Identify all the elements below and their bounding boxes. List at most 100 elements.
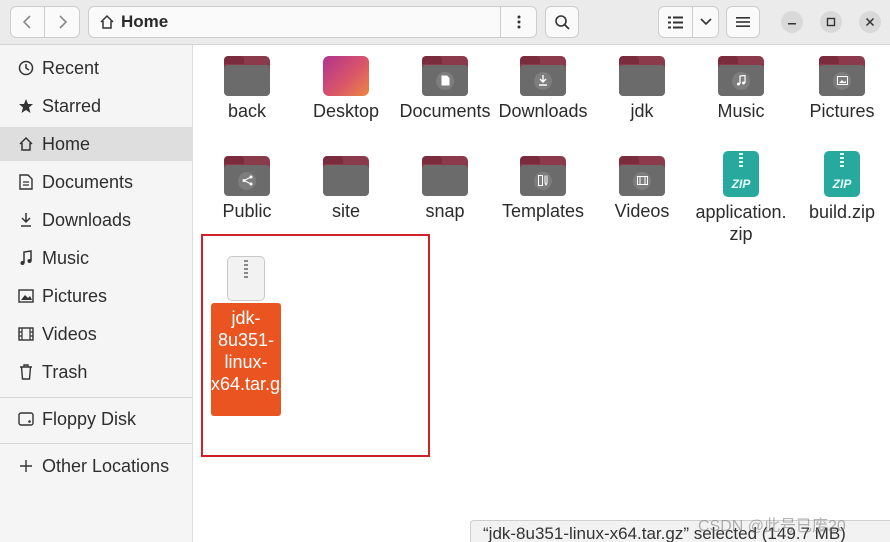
sidebar-item-pictures[interactable]: Pictures — [0, 279, 192, 313]
download-icon — [17, 211, 35, 229]
folder-public[interactable]: Public — [197, 156, 297, 222]
file-name: Documents — [399, 101, 491, 121]
sidebar-item-label: Trash — [42, 361, 88, 382]
sidebar-item-starred[interactable]: Starred — [0, 89, 192, 123]
selected-file-name[interactable]: jdk-8u351-linux-x64.tar.gz — [211, 303, 289, 416]
main-menu-button[interactable] — [726, 6, 760, 38]
sidebar-item-music[interactable]: Music — [0, 241, 192, 275]
file-name: application.zip — [695, 202, 787, 244]
zip-archive-icon: ZIP — [723, 151, 759, 197]
sidebar-item-label: Music — [42, 247, 90, 268]
folder-icon — [718, 56, 764, 96]
folder-desktop[interactable]: Desktop — [296, 56, 396, 122]
sidebar-item-label: Videos — [42, 323, 97, 344]
share-icon — [238, 171, 256, 190]
folder-icon — [520, 56, 566, 96]
file-name: Templates — [501, 201, 585, 221]
file-build-zip[interactable]: ZIP build.zip — [792, 151, 890, 223]
sidebar-item-videos[interactable]: Videos — [0, 317, 192, 351]
sidebar: Recent Starred Home Documents Downloads … — [0, 45, 193, 542]
sidebar-item-label: Pictures — [42, 285, 108, 306]
forward-button[interactable] — [45, 6, 80, 38]
path-menu-button[interactable] — [501, 6, 537, 38]
sidebar-item-documents[interactable]: Documents — [0, 165, 192, 199]
close-icon — [865, 17, 875, 27]
picture-icon — [17, 287, 35, 305]
file-name: snap — [425, 201, 465, 221]
folder-templates[interactable]: Templates — [493, 156, 593, 222]
file-name: Videos — [614, 201, 670, 221]
folder-icon — [224, 56, 270, 96]
sidebar-item-label: Home — [42, 133, 91, 154]
view-toggle-button[interactable] — [658, 6, 693, 38]
vertical-dots-icon — [517, 15, 520, 29]
folder-icon — [619, 56, 665, 96]
sidebar-divider — [0, 443, 192, 444]
folder-snap[interactable]: snap — [395, 156, 495, 222]
file-name: Music — [717, 101, 765, 121]
sidebar-item-label: Documents — [42, 171, 134, 192]
file-application-zip[interactable]: ZIP application.zip — [691, 151, 791, 245]
folder-music[interactable]: Music — [691, 56, 791, 122]
path-label[interactable]: Home — [121, 12, 168, 32]
chevron-right-icon — [59, 15, 68, 29]
sidebar-item-label: Starred — [42, 95, 102, 116]
sidebar-item-label: Recent — [42, 57, 100, 78]
folder-back[interactable]: back — [197, 56, 297, 122]
sidebar-divider — [0, 397, 192, 398]
document-icon — [436, 71, 454, 90]
sidebar-item-label: Downloads — [42, 209, 132, 230]
folder-icon — [422, 156, 468, 196]
folder-documents[interactable]: Documents — [395, 56, 495, 122]
sidebar-item-recent[interactable]: Recent — [0, 51, 192, 85]
sidebar-item-downloads[interactable]: Downloads — [0, 203, 192, 237]
drive-icon — [17, 410, 35, 428]
file-name: site — [331, 201, 360, 221]
archive-icon[interactable] — [227, 256, 265, 301]
clock-icon — [17, 59, 35, 77]
close-button[interactable] — [859, 11, 881, 33]
folder-pictures[interactable]: Pictures — [792, 56, 890, 122]
search-button[interactable] — [545, 6, 579, 38]
minimize-icon — [788, 23, 796, 25]
zip-archive-icon: ZIP — [824, 151, 860, 197]
video-icon — [17, 325, 35, 343]
folder-icon — [520, 156, 566, 196]
desktop-icon — [323, 56, 369, 96]
watermark: CSDN @此号已废20 — [698, 518, 846, 535]
maximize-icon — [826, 17, 836, 27]
search-icon — [555, 15, 570, 30]
folder-jdk[interactable]: jdk — [592, 56, 692, 122]
template-icon — [534, 171, 552, 190]
list-view-icon — [668, 16, 683, 28]
folder-icon — [224, 156, 270, 196]
file-name: jdk — [630, 101, 654, 121]
file-name: back — [227, 101, 267, 121]
sidebar-item-home[interactable]: Home — [0, 127, 192, 161]
file-name: Public — [222, 201, 272, 221]
music-icon — [17, 249, 35, 267]
sidebar-item-floppy-disk[interactable]: Floppy Disk — [0, 402, 192, 436]
path-bar[interactable]: Home — [88, 6, 501, 38]
home-icon — [17, 135, 35, 153]
folder-videos[interactable]: Videos — [592, 156, 692, 222]
folder-downloads[interactable]: Downloads — [493, 56, 593, 122]
back-button[interactable] — [10, 6, 45, 38]
sidebar-item-trash[interactable]: Trash — [0, 355, 192, 389]
hamburger-icon — [736, 17, 750, 27]
folder-icon — [819, 56, 865, 96]
file-grid: back Desktop Documents Downloads jdk Mus… — [193, 45, 890, 542]
sidebar-item-label: Other Locations — [42, 455, 170, 476]
view-options-button[interactable] — [693, 6, 719, 38]
maximize-button[interactable] — [820, 11, 842, 33]
minimize-button[interactable] — [781, 11, 803, 33]
folder-site[interactable]: site — [296, 156, 396, 222]
file-name: Pictures — [809, 101, 875, 121]
star-icon — [17, 97, 35, 115]
music-icon — [732, 71, 750, 90]
picture-icon — [833, 71, 851, 90]
video-icon — [633, 171, 651, 190]
sidebar-item-other-locations[interactable]: Other Locations — [0, 449, 192, 483]
file-name: build.zip — [808, 202, 876, 222]
chevron-down-icon — [699, 18, 712, 26]
